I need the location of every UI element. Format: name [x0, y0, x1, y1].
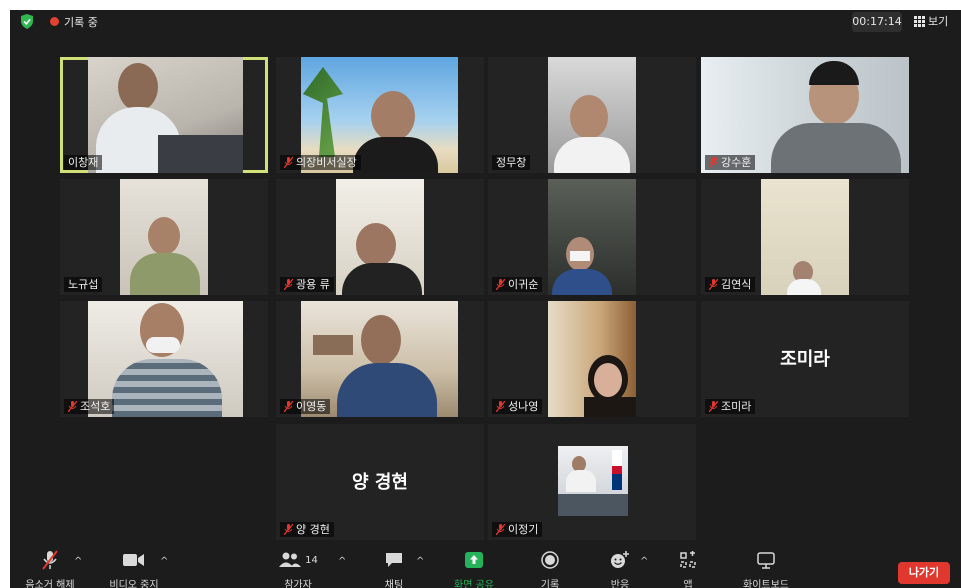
apps-button[interactable]: 앱: [670, 550, 706, 588]
muted-mic-icon: [42, 550, 58, 570]
recording-indicator-icon: [50, 17, 59, 26]
muted-mic-icon: [496, 279, 505, 290]
view-label: 보기: [928, 15, 949, 28]
muted-mic-icon: [68, 401, 77, 412]
participant-tile[interactable]: 이창재: [60, 57, 268, 173]
chat-icon: [386, 553, 402, 567]
participant-video: [548, 57, 636, 173]
stop-video-label: 비디오 중지: [109, 580, 159, 588]
participant-tile[interactable]: 김연식: [701, 179, 909, 295]
view-button[interactable]: 보기: [914, 12, 948, 32]
participant-name: 정무창: [492, 155, 531, 170]
chat-button[interactable]: 채팅: [374, 550, 414, 588]
participant-name: 강수훈: [705, 155, 756, 170]
share-screen-label: 화면 공유: [454, 580, 494, 588]
muted-mic-icon: [496, 524, 505, 535]
participant-video: [761, 179, 849, 295]
whiteboard-icon: [757, 552, 775, 569]
top-bar: 기록 중 00:17:14 보기: [10, 10, 961, 34]
participant-name: 이귀순: [492, 277, 543, 292]
reactions-options-chevron-up-icon[interactable]: ^: [640, 556, 648, 567]
share-screen-icon: [465, 552, 483, 568]
participant-name: 조미라: [705, 399, 756, 414]
apps-icon: [680, 551, 696, 568]
participant-tile[interactable]: 이귀순: [488, 179, 696, 295]
whiteboard-button[interactable]: 화이트보드: [734, 550, 798, 588]
participant-name: 의장비서실장: [280, 155, 361, 170]
participants-button[interactable]: 14 참가자: [276, 550, 320, 588]
participants-count: 14: [305, 554, 318, 566]
participant-tile[interactable]: 이영동: [276, 301, 484, 417]
recording-status: 기록 중: [64, 16, 98, 29]
muted-mic-icon: [284, 157, 293, 168]
grid-icon: [914, 16, 925, 27]
participant-name: 김연식: [705, 277, 756, 292]
reactions-label: 반응: [610, 580, 630, 588]
participant-video: [558, 446, 628, 516]
muted-mic-icon: [284, 401, 293, 412]
participant-tile[interactable]: 양 경현 양 경현: [276, 424, 484, 540]
participant-name: 조석호: [64, 399, 115, 414]
apps-label: 앱: [683, 580, 693, 588]
unmute-button[interactable]: 음소거 해제: [20, 550, 80, 588]
chat-options-chevron-up-icon[interactable]: ^: [416, 556, 424, 567]
participant-name: 이창재: [64, 155, 103, 170]
participant-video: [336, 179, 424, 295]
smiley-plus-icon: [611, 551, 629, 568]
participant-tile[interactable]: 조석호: [60, 301, 268, 417]
participant-display-name: 조미라: [780, 349, 830, 370]
participant-display-name: 양 경현: [352, 472, 408, 493]
record-button[interactable]: 기록: [530, 550, 570, 588]
stop-video-button[interactable]: 비디오 중지: [102, 550, 166, 588]
audio-options-chevron-up-icon[interactable]: ^: [74, 556, 82, 567]
participant-video: [548, 301, 636, 417]
muted-mic-icon: [284, 524, 293, 535]
participant-tile[interactable]: 조미라 조미라: [701, 301, 909, 417]
unmute-label: 음소거 해제: [25, 580, 75, 588]
participant-name: 노규섭: [64, 277, 103, 292]
muted-mic-icon: [709, 157, 718, 168]
reactions-button[interactable]: 반응: [600, 550, 640, 588]
participant-tile[interactable]: 강수훈: [701, 57, 909, 173]
participants-icon: [279, 552, 302, 567]
participant-video: [548, 179, 636, 295]
meeting-timer: 00:17:14: [852, 12, 902, 32]
participant-name: 이영동: [280, 399, 331, 414]
participant-name: 이정기: [492, 522, 543, 537]
whiteboard-label: 화이트보드: [743, 580, 789, 588]
chat-label: 채팅: [384, 580, 404, 588]
shield-icon[interactable]: [20, 14, 34, 29]
video-options-chevron-up-icon[interactable]: ^: [160, 556, 168, 567]
participant-name: 성나영: [492, 399, 543, 414]
participant-tile[interactable]: 광용 류: [276, 179, 484, 295]
participant-name: 양 경현: [280, 522, 334, 537]
participants-label: 참가자: [284, 580, 312, 588]
meeting-toolbar: 음소거 해제 ^ 비디오 중지 ^ 14 참가자 ^ 채팅 ^ 화면 공유 기록…: [10, 550, 961, 588]
participant-tile[interactable]: 노규섭: [60, 179, 268, 295]
participant-tile[interactable]: 의장비서실장: [276, 57, 484, 173]
participant-tile[interactable]: 정무창: [488, 57, 696, 173]
record-icon: [541, 551, 559, 569]
video-camera-icon: [123, 554, 144, 566]
muted-mic-icon: [709, 401, 718, 412]
zoom-meeting-window: 기록 중 00:17:14 보기 이창재 의장비서실장 정무창 강수훈 노규섭 …: [10, 10, 961, 588]
participant-video: [88, 57, 243, 173]
muted-mic-icon: [496, 401, 505, 412]
participant-video: [120, 179, 208, 295]
muted-mic-icon: [284, 279, 293, 290]
participant-tile[interactable]: 이정기: [488, 424, 696, 540]
record-label: 기록: [540, 580, 560, 588]
share-screen-button[interactable]: 화면 공유: [446, 550, 502, 588]
muted-mic-icon: [709, 279, 718, 290]
participant-name: 광용 류: [280, 277, 334, 292]
participant-tile[interactable]: 성나영: [488, 301, 696, 417]
participants-options-chevron-up-icon[interactable]: ^: [338, 556, 346, 567]
leave-meeting-button[interactable]: 나가기: [898, 562, 950, 584]
